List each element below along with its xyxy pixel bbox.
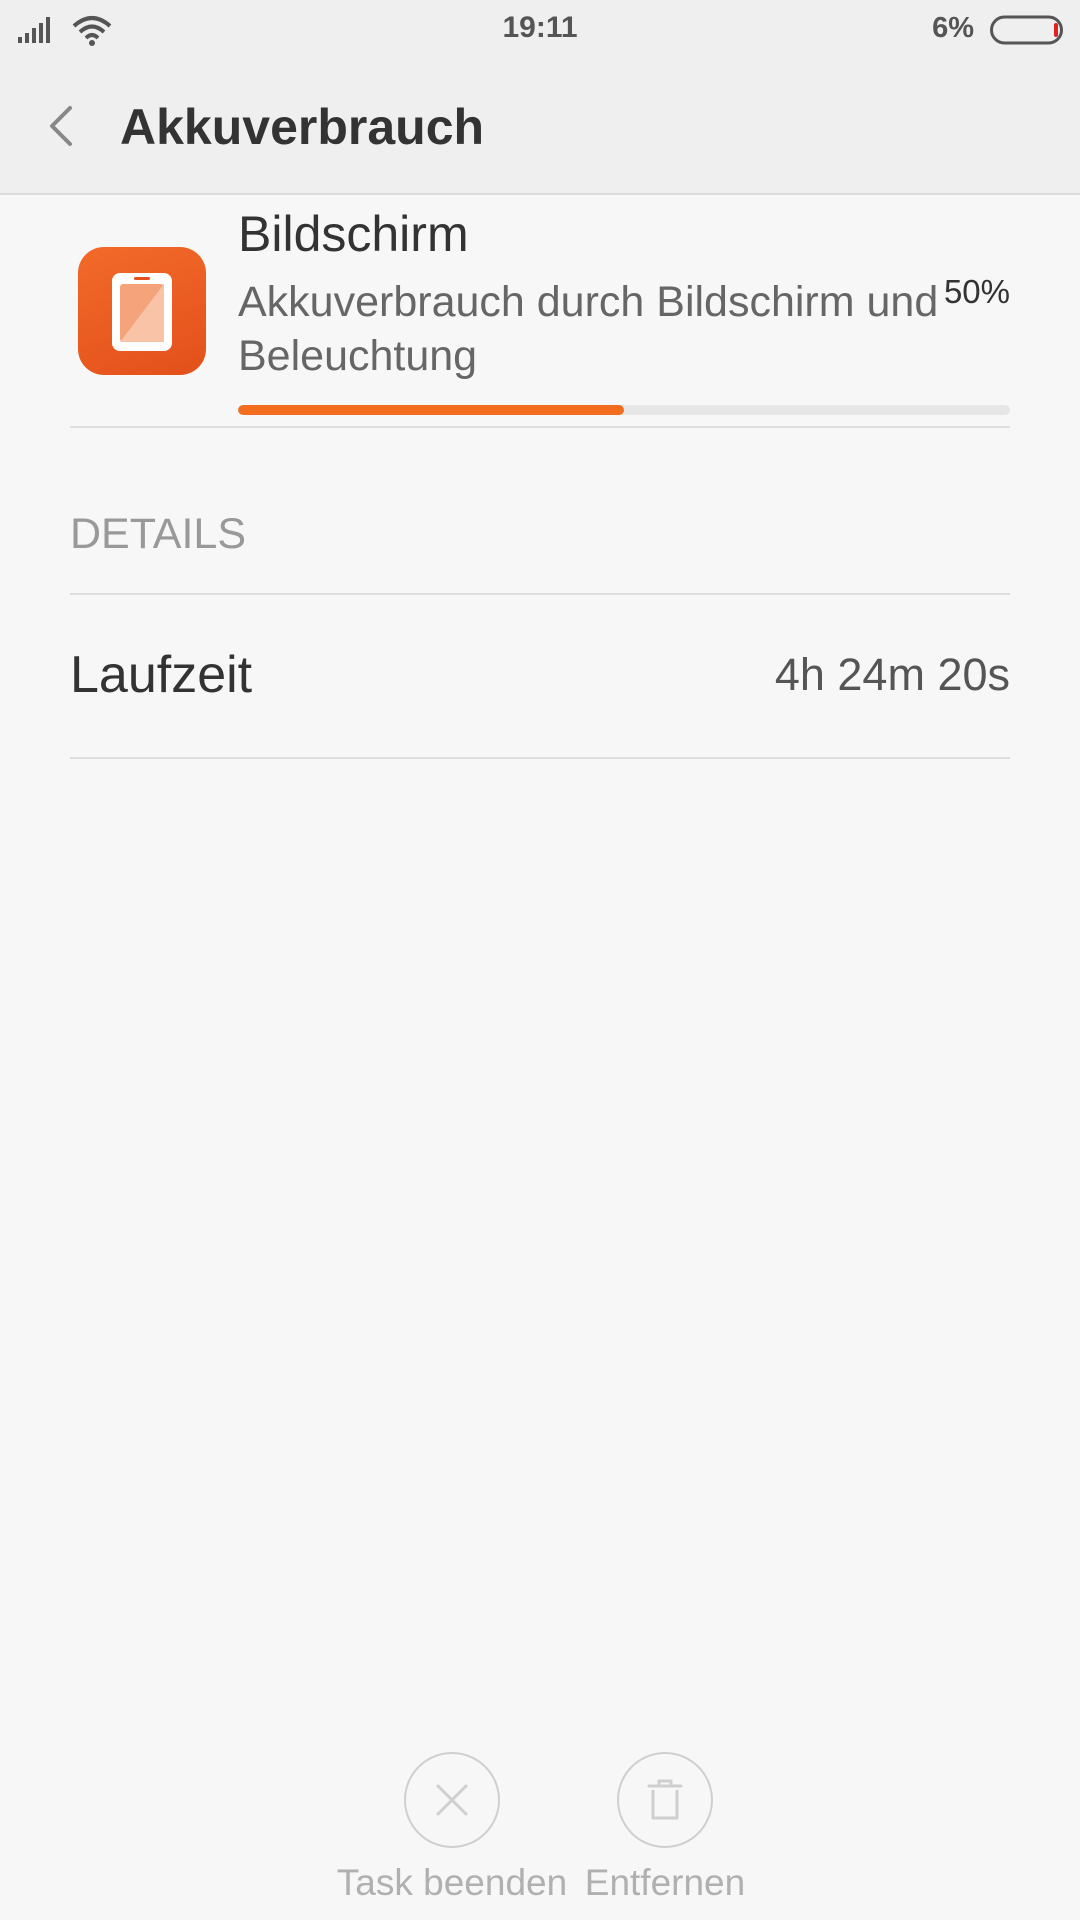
screen-icon (78, 247, 206, 375)
status-time: 19:11 (502, 11, 578, 44)
trash-icon (617, 1752, 713, 1848)
battery-icon (990, 15, 1063, 45)
divider (70, 757, 1010, 759)
task-beenden-button[interactable]: Task beenden (337, 1752, 567, 1912)
close-icon (404, 1752, 500, 1848)
runtime-row: Laufzeit 4h 24m 20s (70, 595, 1010, 757)
item-subtitle: Akkuverbrauch durch Bildschirm und Beleu… (238, 278, 939, 380)
back-button[interactable] (36, 98, 92, 154)
entfernen-label: Entfernen (584, 1862, 746, 1903)
battery-percent: 6% (932, 12, 974, 44)
runtime-value: 4h 24m 20s (774, 649, 1010, 700)
item-title: Bildschirm (238, 206, 469, 262)
details-section-label: DETAILS (70, 510, 247, 558)
status-bar: 19:11 6% (0, 0, 1080, 60)
page-title: Akkuverbrauch (120, 99, 485, 155)
runtime-label: Laufzeit (70, 646, 253, 704)
entfernen-button[interactable]: Entfernen (565, 1752, 765, 1912)
usage-progress-track (238, 405, 1010, 415)
usage-progress-fill (238, 405, 624, 415)
usage-item: Bildschirm Akkuverbrauch durch Bildschir… (0, 195, 1080, 427)
header: Akkuverbrauch (0, 60, 1080, 195)
item-percent: 50% (943, 273, 1010, 310)
divider (70, 426, 1010, 428)
